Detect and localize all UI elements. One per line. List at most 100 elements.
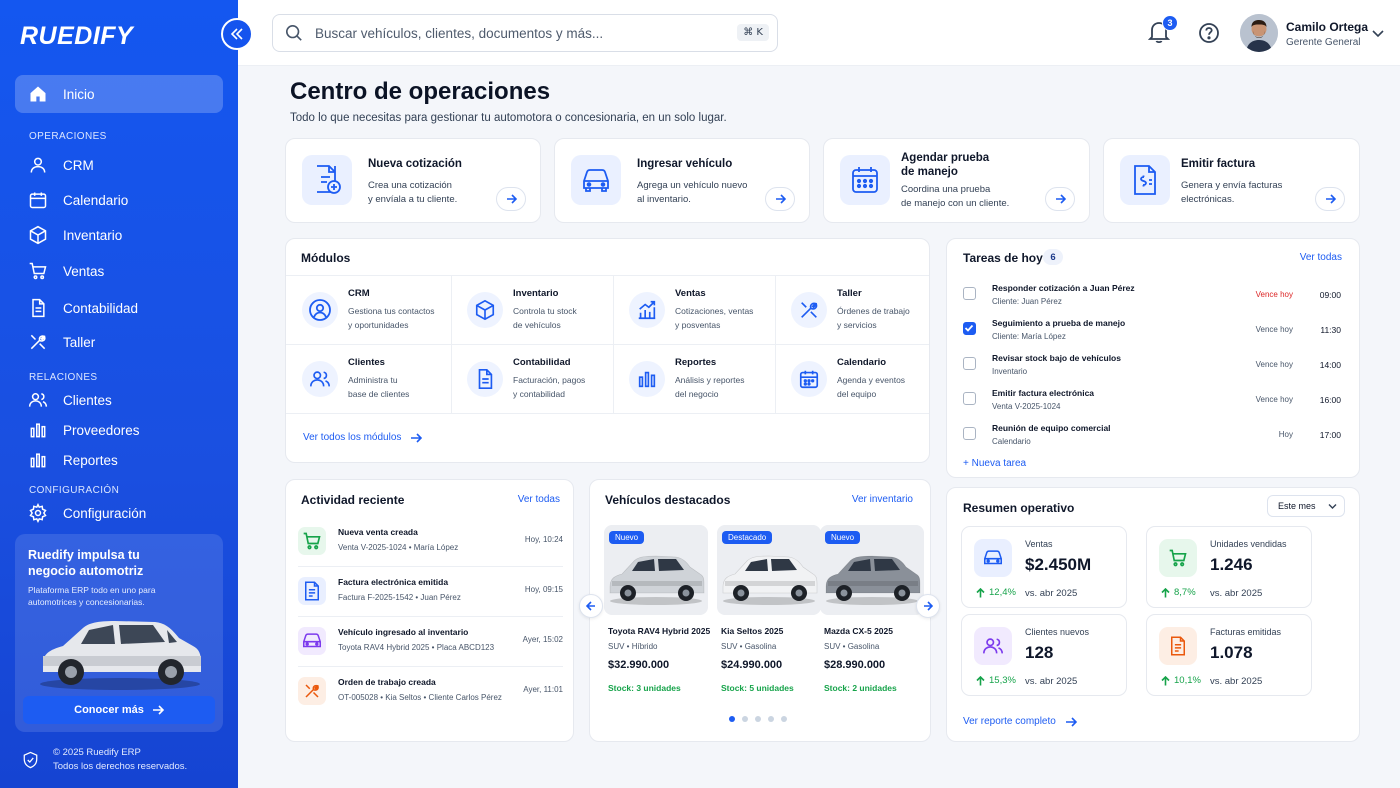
carousel-dot[interactable] bbox=[729, 716, 735, 722]
quick-action-title: Agendar prueba bbox=[901, 152, 990, 164]
task-subtitle: Venta V-2025-1024 bbox=[992, 402, 1061, 411]
task-checkbox[interactable] bbox=[963, 392, 976, 405]
all-modules-link[interactable]: Ver todos los módulos bbox=[303, 432, 423, 443]
vehicle-card[interactable]: Nuevo Toyota RAV4 Hybrid 2025 SUV • Híbrid… bbox=[604, 525, 711, 700]
arrow-right-icon bbox=[410, 432, 423, 443]
module-desc-line: del negocio bbox=[675, 389, 719, 399]
app-logo[interactable]: RUEDIFY bbox=[20, 22, 133, 51]
activity-view-all-link[interactable]: Ver todas bbox=[518, 494, 560, 505]
quick-action-agendar-prueba[interactable]: Agendar prueba de manejo Coordina una pr… bbox=[823, 138, 1090, 223]
sidebar-item-taller[interactable]: Taller bbox=[15, 323, 223, 361]
sidebar-item-reportes[interactable]: Reportes bbox=[15, 441, 223, 479]
vehicle-card[interactable]: Nuevo Mazda CX-5 2025 SUV • Gasolina $28.99… bbox=[820, 525, 924, 700]
promo-car-image bbox=[40, 621, 201, 690]
avatar[interactable] bbox=[1240, 14, 1278, 52]
user-menu-button[interactable] bbox=[1372, 28, 1384, 38]
module-title: Taller bbox=[837, 288, 862, 299]
carousel-next-button[interactable] bbox=[916, 594, 940, 618]
tasks-view-all-link[interactable]: Ver todas bbox=[1300, 252, 1342, 263]
quick-action-desc: Crea una cotización bbox=[368, 180, 452, 191]
sidebar-item-ventas[interactable]: Ventas bbox=[15, 252, 223, 290]
arrow-right-icon bbox=[152, 704, 164, 716]
arrow-right-icon bbox=[506, 194, 517, 204]
module-reportes[interactable]: Reportes Análisis y reportes del negocio bbox=[613, 345, 774, 414]
help-button[interactable] bbox=[1198, 22, 1220, 44]
search-input[interactable] bbox=[315, 25, 715, 41]
module-desc-line: Cotizaciones, ventas bbox=[675, 306, 754, 316]
sidebar-item-contabilidad[interactable]: Contabilidad bbox=[15, 289, 223, 327]
vehicles-inventory-link[interactable]: Ver inventario bbox=[852, 494, 913, 505]
module-contabilidad[interactable]: Contabilidad Facturación, pagos y contabi… bbox=[451, 345, 612, 414]
module-calendario[interactable]: Calendario Agenda y eventos del equipo bbox=[775, 345, 936, 414]
gear-icon bbox=[27, 502, 49, 524]
task-checkbox[interactable] bbox=[963, 357, 976, 370]
arrow-up-icon bbox=[1161, 675, 1170, 686]
promo-button[interactable]: Conocer más bbox=[23, 696, 215, 724]
module-desc-line: del equipo bbox=[837, 389, 877, 399]
vehicle-card[interactable]: Destacado Kia Seltos 2025 SUV • Gasolina $2… bbox=[717, 525, 821, 700]
sidebar-item-crm[interactable]: CRM bbox=[15, 146, 223, 184]
task-checkbox[interactable] bbox=[963, 322, 976, 335]
sidebar-item-label: Taller bbox=[63, 334, 96, 350]
collapse-sidebar-button[interactable] bbox=[221, 18, 253, 50]
carousel-dot[interactable] bbox=[742, 716, 748, 722]
module-taller[interactable]: Taller Órdenes de trabajo y servicios bbox=[775, 276, 936, 345]
quick-action-go-button[interactable] bbox=[496, 187, 526, 211]
footer-copyright: © 2025 Ruedify ERP bbox=[53, 747, 141, 758]
quick-action-nueva-cotizacion[interactable]: Nueva cotización Crea una cotización y e… bbox=[285, 138, 541, 223]
carousel-dot[interactable] bbox=[755, 716, 761, 722]
module-crm[interactable]: CRM Gestiona tus contactos y oportunidade… bbox=[286, 276, 447, 345]
quick-action-title: Nueva cotización bbox=[368, 158, 462, 170]
stat-comparison: vs. abr 2025 bbox=[1025, 676, 1078, 687]
vehicle-name: Toyota RAV4 Hybrid 2025 bbox=[608, 626, 711, 636]
search-icon bbox=[285, 24, 303, 42]
module-ventas[interactable]: Ventas Cotizaciones, ventas y posventas bbox=[613, 276, 774, 345]
quick-action-ingresar-vehiculo[interactable]: Ingresar vehículo Agrega un vehículo nue… bbox=[554, 138, 810, 223]
stat-comparison: vs. abr 2025 bbox=[1210, 676, 1263, 687]
activity-subtitle: Factura F-2025-1542 • Juan Pérez bbox=[338, 593, 461, 602]
full-report-link[interactable]: Ver reporte completo bbox=[963, 716, 1077, 727]
module-title: Inventario bbox=[513, 288, 559, 299]
task-row: Revisar stock bajo de vehículos Inventari… bbox=[963, 349, 1341, 384]
search-bar[interactable]: ⌘ K bbox=[272, 14, 778, 52]
task-checkbox[interactable] bbox=[963, 287, 976, 300]
new-task-button[interactable]: + Nueva tarea bbox=[963, 458, 1026, 469]
activity-row[interactable]: Orden de trabajo creada OT-005028 • Kia S… bbox=[298, 667, 563, 717]
period-select-value: Este mes bbox=[1278, 501, 1316, 511]
page-subtitle: Todo lo que necesitas para gestionar tu … bbox=[290, 112, 727, 124]
quick-action-emitir-factura[interactable]: Emitir factura Genera y envía facturas e… bbox=[1103, 138, 1360, 223]
period-select[interactable]: Este mes bbox=[1267, 495, 1345, 517]
activity-row[interactable]: Vehículo ingresado al inventario Toyota R… bbox=[298, 617, 563, 667]
sidebar-item-label: Contabilidad bbox=[63, 300, 139, 316]
sidebar-item-calendario[interactable]: Calendario bbox=[15, 181, 223, 219]
sidebar-item-configuracion[interactable]: Configuración bbox=[15, 494, 223, 532]
carousel-prev-button[interactable] bbox=[579, 594, 603, 618]
modules-card: Módulos CRM Gestiona tus contactos y opor… bbox=[285, 238, 930, 463]
stat-value: 1.078 bbox=[1210, 643, 1253, 662]
activity-row[interactable]: Nueva venta creada Venta V-2025-1024 • Ma… bbox=[298, 517, 563, 567]
sidebar-item-label: Calendario bbox=[63, 192, 129, 208]
vehicle-specs: SUV • Híbrido bbox=[608, 642, 658, 651]
sidebar-item-inventario[interactable]: Inventario bbox=[15, 216, 223, 254]
carousel-dot[interactable] bbox=[781, 716, 787, 722]
tasks-title: Tareas de hoy bbox=[963, 251, 1043, 265]
activity-row[interactable]: Factura electrónica emitida Factura F-202… bbox=[298, 567, 563, 617]
task-checkbox[interactable] bbox=[963, 427, 976, 440]
carousel-dot[interactable] bbox=[768, 716, 774, 722]
arrow-up-icon bbox=[976, 587, 985, 598]
module-inventario[interactable]: Inventario Controla tu stock de vehículos bbox=[451, 276, 612, 345]
modules-title: Módulos bbox=[301, 251, 351, 265]
module-clientes[interactable]: Clientes Administra tu base de clientes bbox=[286, 345, 447, 414]
quick-action-go-button[interactable] bbox=[765, 187, 795, 211]
activity-title: Orden de trabajo creada bbox=[338, 677, 436, 687]
sidebar-item-inicio[interactable]: Inicio bbox=[15, 75, 223, 113]
quick-action-go-button[interactable] bbox=[1315, 187, 1345, 211]
module-title: Ventas bbox=[675, 288, 706, 299]
stat-delta-value: 10,1% bbox=[1174, 675, 1201, 686]
car-icon bbox=[298, 627, 326, 655]
quick-action-go-button[interactable] bbox=[1045, 187, 1075, 211]
task-title: Revisar stock bajo de vehículos bbox=[992, 353, 1121, 363]
document-icon bbox=[467, 361, 503, 397]
module-desc-line: y oportunidades bbox=[348, 320, 409, 330]
chevron-down-icon bbox=[1372, 28, 1384, 38]
